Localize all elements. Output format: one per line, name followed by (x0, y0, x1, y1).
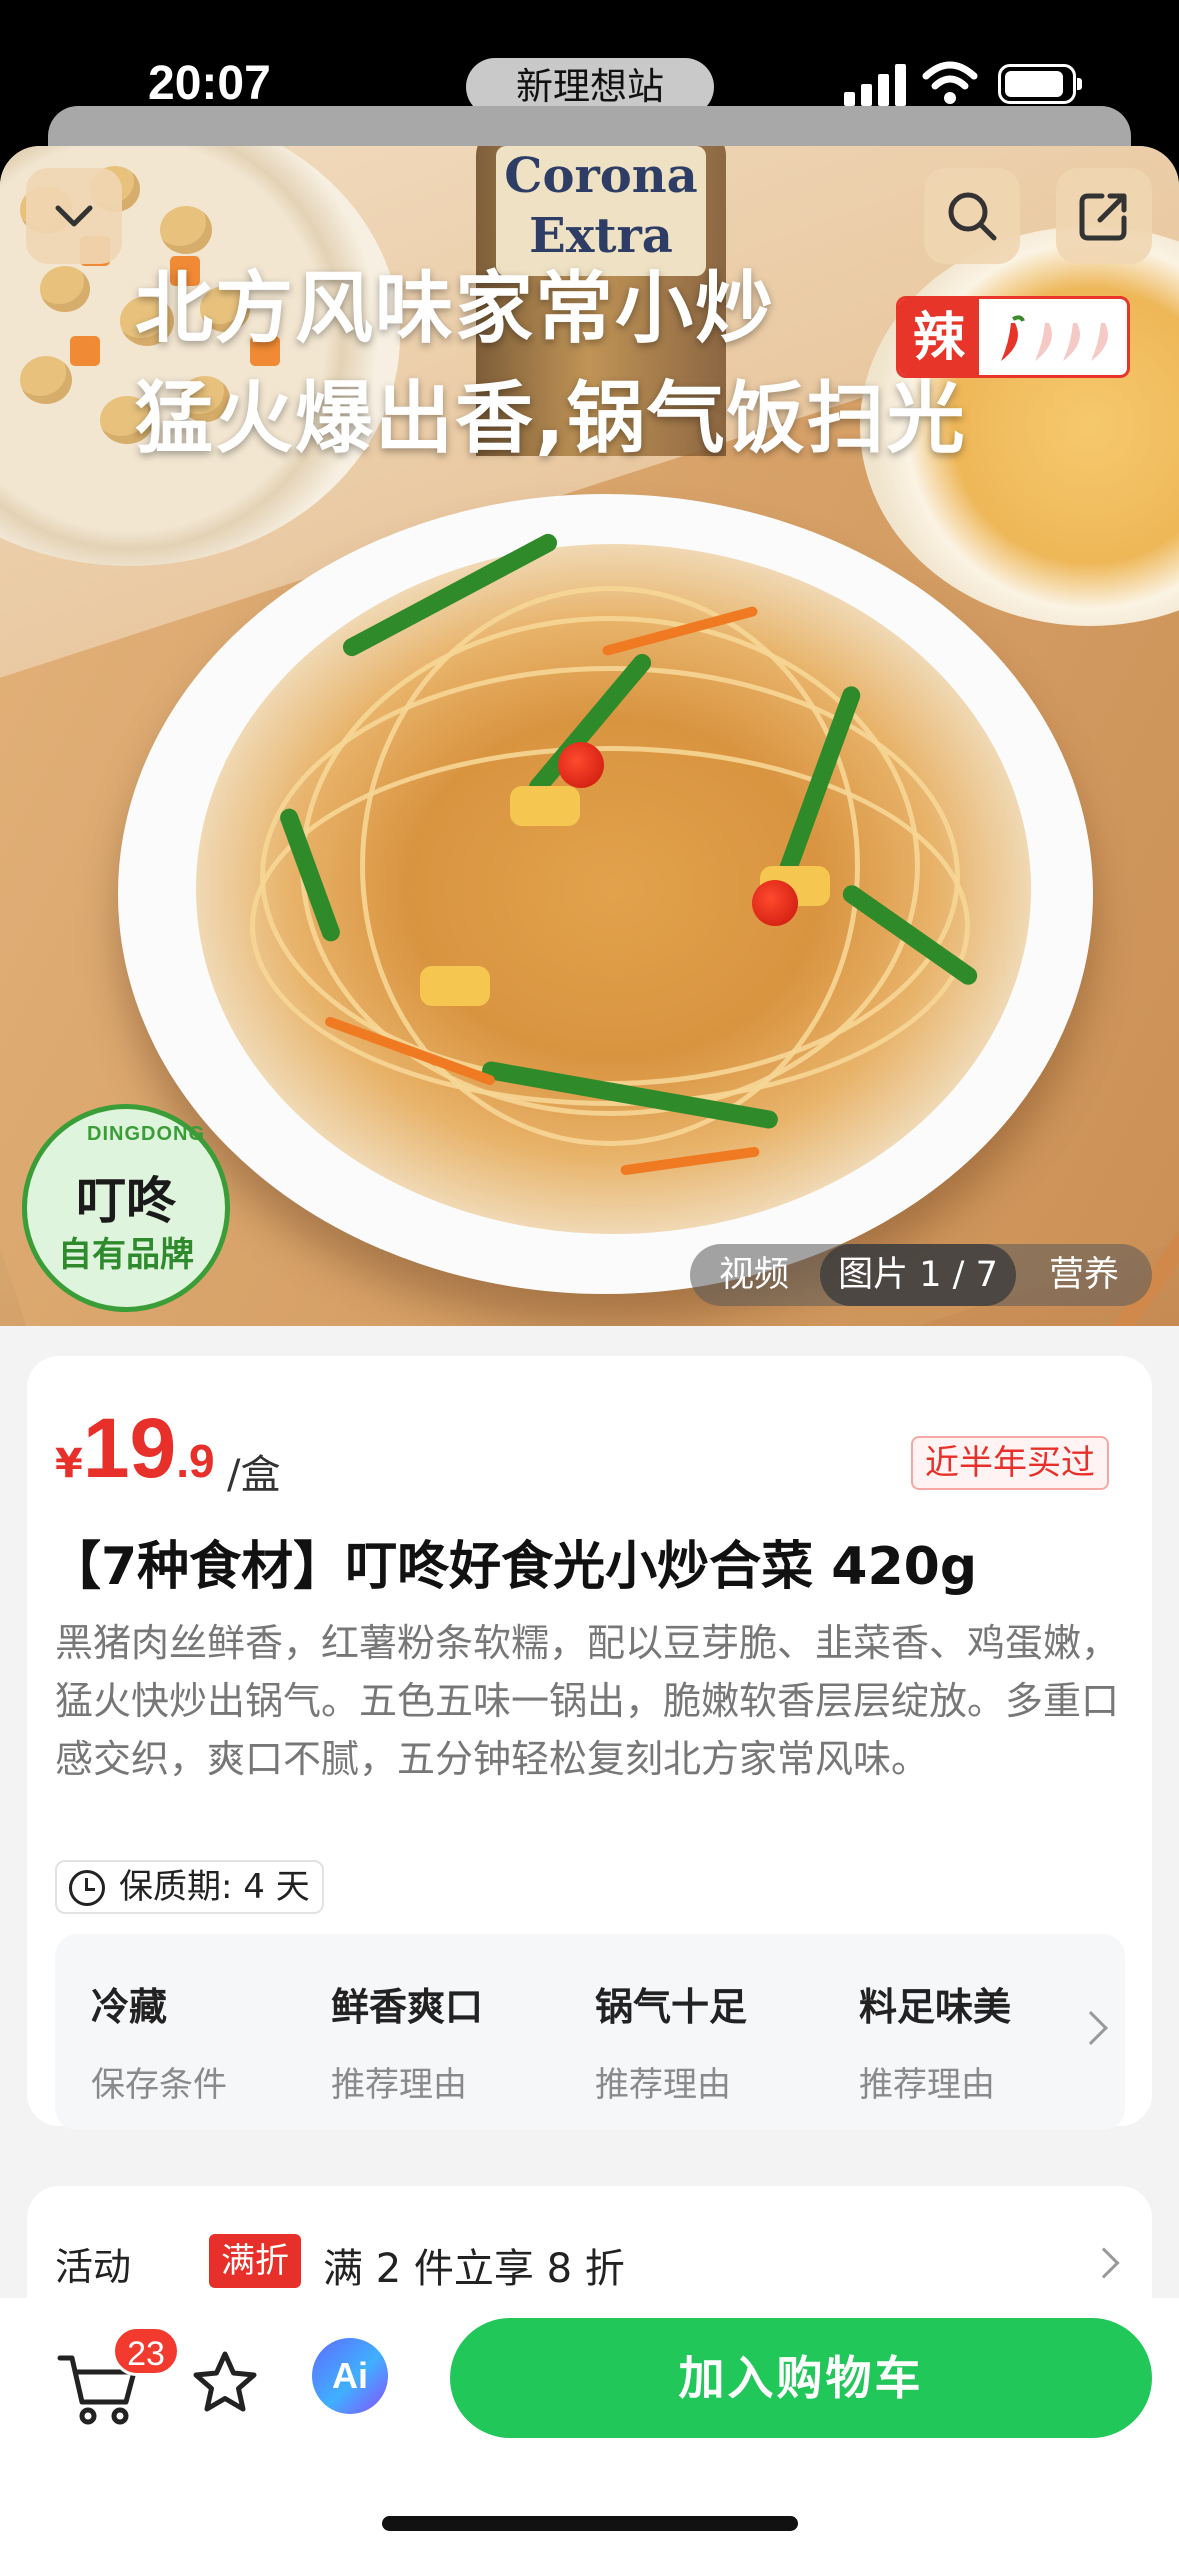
activity-text: 满 2 件立享 8 折 (323, 2246, 625, 2292)
feature-title: 冷藏 (91, 1985, 168, 2029)
price-unit: /盒 (227, 1452, 281, 1498)
share-icon (1079, 193, 1127, 241)
shelf-life-text: 保质期: 4 天 (119, 1867, 310, 1907)
battery-icon (998, 64, 1082, 104)
spicy-level-tag: 辣 (896, 296, 1130, 378)
hero-subtitle: 猛火爆出香,锅气饭扫光 (135, 374, 967, 464)
chevron-right-icon[interactable] (1088, 2247, 1120, 2279)
product-info-panel: ¥19.9 /盒 近半年买过 【7种食材】叮咚好食光小炒合菜 420g 黑猪肉丝… (27, 1356, 1152, 2130)
feature-subtitle: 推荐理由 (331, 2065, 467, 2105)
feature-subtitle: 保存条件 (91, 2065, 227, 2105)
purchase-history-badge: 近半年买过 (911, 1436, 1109, 1490)
price-decimal: .9 (176, 1435, 215, 1487)
home-indicator[interactable] (382, 2516, 798, 2531)
feature-title: 鲜香爽口 (331, 1985, 484, 2029)
discount-tag: 满折 (209, 2234, 301, 2288)
ai-assistant-icon[interactable]: Ai (312, 2338, 388, 2414)
brand-ring-text: DINGDONG (87, 1123, 205, 1145)
price-currency: ¥ (55, 1441, 83, 1487)
tab-nutrition[interactable]: 营养 (1020, 1244, 1148, 1306)
feature-title: 料足味美 (859, 1985, 1012, 2029)
feature-storage: 冷藏 保存条件 (91, 1976, 227, 2106)
feature-wok-flavor: 锅气十足 推荐理由 (595, 1976, 747, 2106)
brand-name: 叮咚 (76, 1172, 176, 1230)
brand-subtitle: 自有品牌 (58, 1235, 194, 1275)
cart-count-badge: 23 (112, 2326, 180, 2376)
feature-subtitle: 推荐理由 (859, 2065, 995, 2105)
add-to-cart-button[interactable]: 加入购物车 (450, 2318, 1152, 2438)
price-integer: 19 (82, 1401, 177, 1495)
share-button[interactable] (1056, 168, 1152, 264)
chili-slice (558, 742, 604, 788)
spicy-label: 辣 (899, 299, 979, 375)
tab-images[interactable]: 图片 1 / 7 (820, 1244, 1016, 1306)
feature-taste: 鲜香爽口 推荐理由 (331, 1976, 483, 2106)
bottom-action-bar: 23 Ai 加入购物车 (0, 2298, 1179, 2556)
feature-strip[interactable]: 冷藏 保存条件 鲜香爽口 推荐理由 锅气十足 推荐理由 料足味美 推荐理由 (55, 1934, 1125, 2130)
chevron-down-icon (55, 205, 93, 227)
feature-subtitle: 推荐理由 (595, 2065, 731, 2105)
product-title: 【7种食材】叮咚好食光小炒合菜 420g (49, 1537, 978, 1597)
tab-video[interactable]: 视频 (690, 1244, 818, 1306)
wifi-icon (922, 61, 978, 104)
product-hero-image[interactable]: Corona Extra 北方风味家常小炒 猛火爆出香,锅气饭扫光 辣 DING… (0, 146, 1179, 1326)
feature-generous: 料足味美 推荐理由 (859, 1976, 1011, 2106)
star-icon[interactable] (190, 2348, 260, 2418)
hero-title: 北方风味家常小炒 (135, 264, 776, 354)
chili-pepper-icon (1091, 323, 1108, 361)
status-time: 20:07 (148, 57, 271, 110)
shelf-life-tag: 保质期: 4 天 (55, 1860, 324, 1914)
media-tabs: 视频 图片 1 / 7 营养 (690, 1244, 1152, 1306)
collapse-button[interactable] (26, 168, 122, 264)
clock-icon (69, 1870, 105, 1906)
product-description: 黑猪肉丝鲜香，红薯粉条软糯，配以豆芽脆、韭菜香、鸡蛋嫩，猛火快炒出锅气。五色五味… (55, 1621, 1120, 1781)
feature-title: 锅气十足 (595, 1985, 748, 2029)
search-icon (948, 192, 997, 241)
price: ¥19.9 (55, 1400, 215, 1497)
signal-icon (844, 62, 908, 106)
brand-badge: DINGDONG 叮咚 自有品牌 (22, 1104, 230, 1312)
chevron-right-icon[interactable] (1074, 2011, 1108, 2045)
chili-slice (752, 880, 798, 926)
search-button[interactable] (924, 168, 1020, 264)
activity-label: 活动 (55, 2245, 132, 2289)
